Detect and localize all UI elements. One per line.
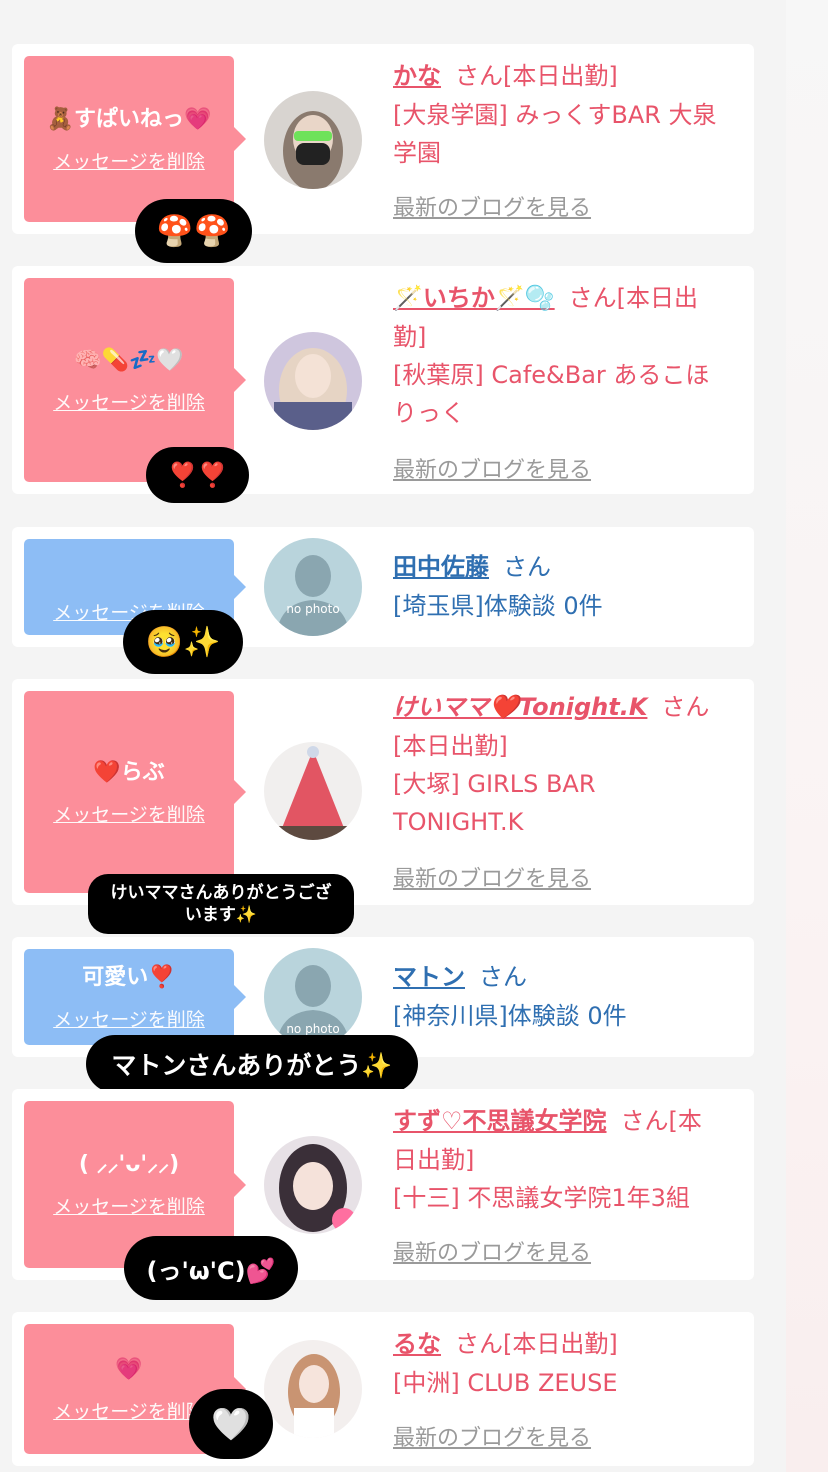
shop-name-cont: りっく (393, 399, 465, 427)
name-line: 🪄いちか🪄🫧 さん[本日出 (393, 278, 743, 318)
name-line: 田中佐藤 さん (393, 547, 743, 587)
message-card: ❤️らぶ メッセージを削除 けいママ❤️Tonight.K さん [本日出勤] [… (12, 679, 754, 905)
cast-name-link[interactable]: 🪄いちか🪄🫧 (393, 284, 555, 312)
avatar[interactable] (264, 332, 362, 430)
avatar-photo (264, 91, 362, 189)
shop-name-cont: 学園 (393, 139, 441, 167)
avatar[interactable] (264, 742, 362, 840)
reaction-bubble: (っ'ω'C)💕 (124, 1236, 298, 1300)
region-info: [神奈川県]体験談 0件 (393, 1002, 627, 1030)
region-info: [埼玉県]体験談 0件 (393, 592, 603, 620)
latest-blog-link[interactable]: 最新のブログを見る (393, 1420, 591, 1452)
reaction-bubble: マトンさんありがとう✨ (86, 1035, 418, 1093)
avatar[interactable] (264, 1340, 362, 1438)
delete-message-link[interactable]: メッセージを削除 (53, 800, 205, 827)
avatar[interactable] (264, 1136, 362, 1234)
latest-blog-link[interactable]: 最新のブログを見る (393, 452, 591, 484)
avatar[interactable] (264, 91, 362, 189)
cast-suffix-cont: 勤] (393, 323, 427, 351)
shop-name: [大塚] GIRLS BAR (393, 770, 596, 798)
avatar-photo (264, 1340, 362, 1438)
message-card: ( ⸝⸝'ᴗ'⸝⸝) メッセージを削除 すず♡不思議女学院 さん[本 日出勤] [… (12, 1089, 754, 1280)
cast-info: 田中佐藤 さん [埼玉県]体験談 0件 (393, 547, 743, 625)
shop-name: [中洲] CLUB ZEUSE (393, 1369, 618, 1397)
latest-blog-link[interactable]: 最新のブログを見る (393, 861, 591, 893)
message-text: ( ⸝⸝'ᴗ'⸝⸝) (78, 1152, 180, 1177)
message-card: 🧠💊💤🤍 メッセージを削除 🪄いちか🪄🫧 さん[本日出 勤] [秋葉原] Cafe… (12, 266, 754, 494)
cast-suffix: さん (503, 553, 551, 581)
message-text: ❤️らぶ (93, 759, 165, 785)
message-bubble: 🧸すぱいねっ💗 メッセージを削除 (24, 56, 246, 222)
message-card: 🧸すぱいねっ💗 メッセージを削除 かな さん[本日出勤] [大泉学園] みっくすB… (12, 44, 754, 234)
message-card: 💗 メッセージを削除 るな さん[本日出勤] [中洲] CLUB ZEUSE 最新… (12, 1312, 754, 1466)
cast-name-link[interactable]: かな (393, 62, 441, 90)
cast-info: るな さん[本日出勤] [中洲] CLUB ZEUSE (393, 1324, 743, 1402)
cast-name-link[interactable]: 田中佐藤 (393, 553, 489, 581)
avatar-photo (264, 332, 362, 430)
shop-name: [大泉学園] みっくすBAR 大泉 (393, 101, 717, 129)
cast-suffix: さん (661, 693, 710, 721)
no-photo-label: no photo (286, 1022, 340, 1036)
reaction-bubble: ❣️❣️ (146, 447, 249, 503)
shop-name-cont: TONIGHT.K (393, 808, 524, 836)
cast-info: かな さん[本日出勤] [大泉学園] みっくすBAR 大泉 学園 (393, 56, 743, 172)
cast-suffix-cont: 日出勤] (393, 1146, 475, 1174)
avatar-photo (264, 1136, 362, 1234)
latest-blog-link[interactable]: 最新のブログを見る (393, 190, 591, 222)
message-text: 可愛い❣️ (82, 964, 176, 990)
name-line: けいママ❤️Tonight.K さん (393, 687, 743, 727)
delete-message-link[interactable]: メッセージを削除 (53, 1192, 205, 1219)
no-photo-label: no photo (286, 602, 340, 616)
message-text: 💗 (115, 1356, 143, 1382)
shop-name: [秋葉原] Cafe&Bar あるこほ (393, 361, 710, 389)
cast-suffix: さん[本 (620, 1107, 702, 1135)
name-line: すず♡不思議女学院 さん[本 (393, 1101, 743, 1141)
cast-info: 🪄いちか🪄🫧 さん[本日出 勤] [秋葉原] Cafe&Bar あるこほ りっく (393, 278, 743, 432)
page-background-edge (786, 0, 828, 1472)
cast-name-link[interactable]: けいママ❤️Tonight.K (393, 693, 647, 721)
name-line: るな さん[本日出勤] (393, 1324, 743, 1364)
cast-suffix: さん (479, 963, 527, 991)
cast-name-link[interactable]: すず♡不思議女学院 (393, 1107, 607, 1135)
reaction-bubble: 🥹✨ (123, 610, 243, 674)
latest-blog-link[interactable]: 最新のブログを見る (393, 1235, 591, 1267)
delete-message-link[interactable]: メッセージを削除 (53, 147, 205, 174)
cast-suffix: さん[本日出勤] (455, 1330, 618, 1358)
shop-name: [十三] 不思議女学院1年3組 (393, 1184, 690, 1212)
cast-info: マトン さん [神奈川県]体験談 0件 (393, 957, 743, 1035)
no-photo-icon (264, 538, 362, 636)
message-bubble: 可愛い❣️ メッセージを削除 (24, 949, 246, 1045)
message-text: 🧸すぱいねっ💗 (46, 106, 212, 132)
reaction-bubble: けいママさんありがとうござ います✨ (88, 874, 354, 934)
message-card: メッセージを削除 no photo 田中佐藤 さん [埼玉県]体験談 0件 (12, 527, 754, 647)
delete-message-link[interactable]: メッセージを削除 (53, 388, 205, 415)
cast-info: すず♡不思議女学院 さん[本 日出勤] [十三] 不思議女学院1年3組 (393, 1101, 743, 1217)
avatar[interactable]: no photo (264, 948, 362, 1046)
cast-info: けいママ❤️Tonight.K さん [本日出勤] [大塚] GIRLS BAR … (393, 687, 743, 841)
cast-name-link[interactable]: るな (393, 1330, 441, 1358)
cast-suffix: さん[本日出勤] (455, 62, 618, 90)
delete-message-link[interactable]: メッセージを削除 (53, 1397, 205, 1424)
delete-message-link[interactable]: メッセージを削除 (53, 1005, 205, 1032)
message-list: 🧸すぱいねっ💗 メッセージを削除 かな さん[本日出勤] [大泉学園] みっくすB… (0, 0, 786, 1472)
cast-suffix-cont: [本日出勤] (393, 732, 508, 760)
reaction-text-cont: います✨ (184, 905, 258, 925)
reaction-text: けいママさんありがとうござ (110, 883, 332, 903)
reaction-bubble: 🍄🍄 (135, 199, 252, 263)
cast-suffix: さん[本日出 (568, 284, 699, 312)
reaction-bubble: 🤍 (189, 1389, 273, 1459)
cast-name-link[interactable]: マトン (393, 963, 465, 991)
name-line: かな さん[本日出勤] (393, 56, 743, 96)
name-line: マトン さん (393, 957, 743, 997)
message-bubble: ❤️らぶ メッセージを削除 (24, 691, 246, 893)
avatar-photo (264, 742, 362, 840)
message-text: 🧠💊💤🤍 (74, 347, 184, 373)
avatar[interactable]: no photo (264, 538, 362, 636)
